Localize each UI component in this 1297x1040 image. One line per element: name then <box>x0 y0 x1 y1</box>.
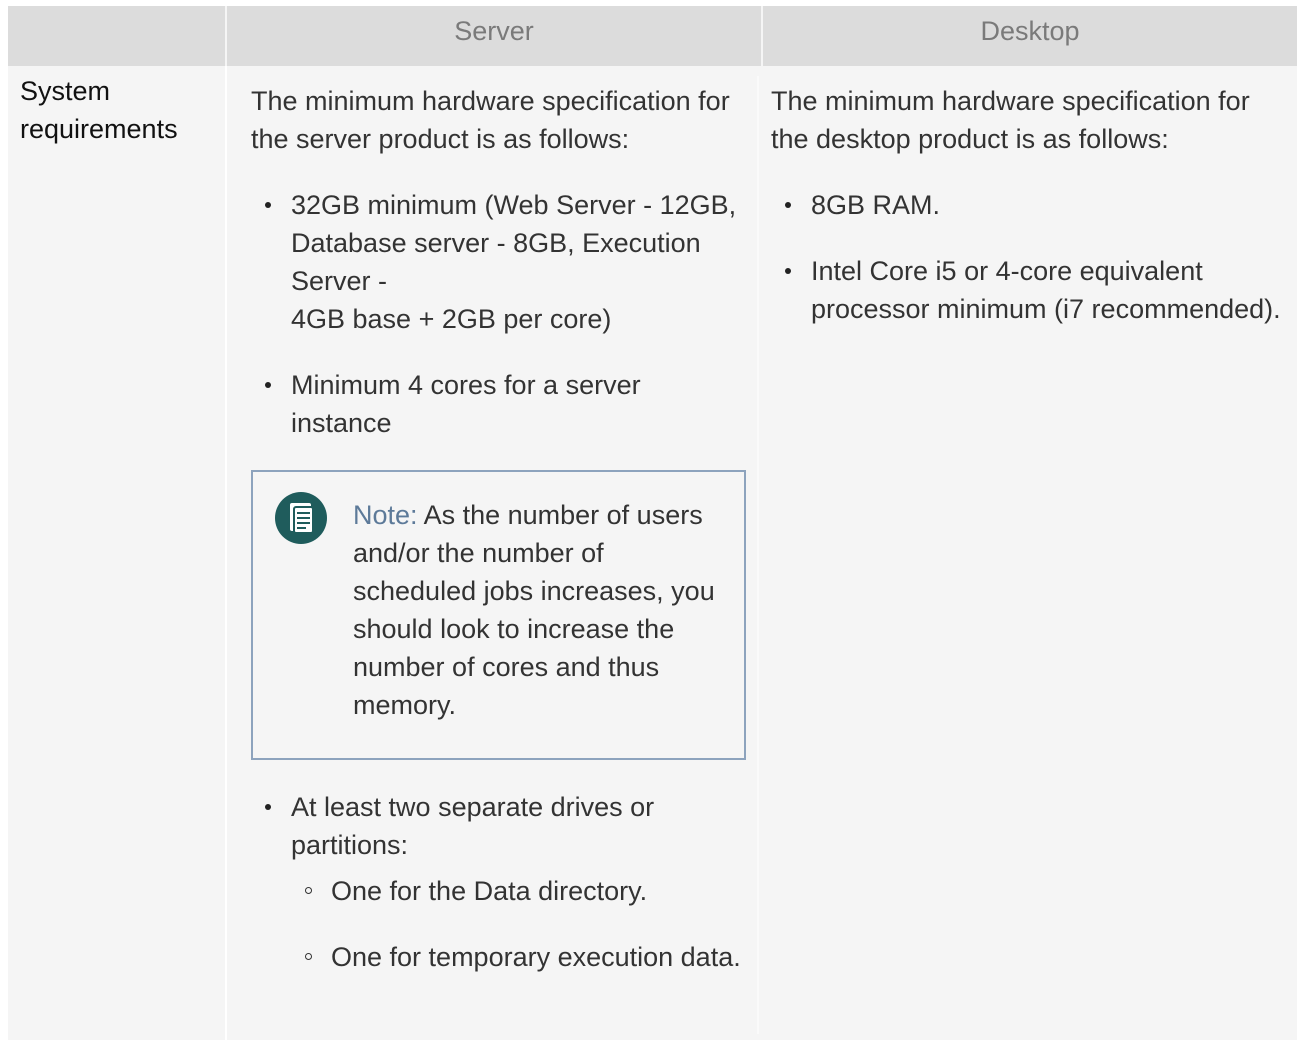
note-text: As the number of users and/or the number… <box>353 500 715 720</box>
header-server: Server <box>227 6 761 66</box>
requirements-table: Server Desktop System requirements The m… <box>8 6 1297 1040</box>
sub-list-item: One for the Data directory. <box>291 872 746 910</box>
list-item: At least two separate drives or partitio… <box>251 788 746 976</box>
server-intro: The minimum hardware specification for t… <box>251 86 730 154</box>
bullet-text-line: 32GB minimum (Web Server - 12GB, Databas… <box>291 190 737 296</box>
row-label-system-requirements: System requirements <box>20 76 178 144</box>
server-bullet-list: 32GB minimum (Web Server - 12GB, Databas… <box>251 186 746 442</box>
drives-text: At least two separate drives or partitio… <box>291 792 655 860</box>
note-body: Note: As the number of users and/or the … <box>353 496 724 724</box>
column-divider <box>757 76 759 1034</box>
drives-sub-list: One for the Data directory. One for temp… <box>291 872 746 976</box>
column-divider <box>225 66 227 1040</box>
server-cell: The minimum hardware specification for t… <box>251 82 746 1004</box>
server-drives-list: At least two separate drives or partitio… <box>251 788 746 976</box>
desktop-bullet-list: 8GB RAM. Intel Core i5 or 4-core equival… <box>771 186 1281 328</box>
list-item: Minimum 4 cores for a server instance <box>251 366 746 442</box>
header-desktop: Desktop <box>763 6 1297 66</box>
desktop-intro: The minimum hardware specification for t… <box>771 86 1250 154</box>
sub-list-item: One for temporary execution data. <box>291 938 746 976</box>
note-document-icon <box>275 492 327 544</box>
page: Server Desktop System requirements The m… <box>0 0 1297 1040</box>
list-item: 32GB minimum (Web Server - 12GB, Databas… <box>251 186 746 338</box>
list-item: Intel Core i5 or 4-core equivalent proce… <box>771 252 1281 328</box>
header-empty-cell <box>8 6 225 66</box>
note-box: Note: As the number of users and/or the … <box>251 470 746 760</box>
note-title: Note: <box>353 500 418 530</box>
desktop-cell: The minimum hardware specification for t… <box>771 82 1281 356</box>
list-item: 8GB RAM. <box>771 186 1281 224</box>
bullet-text-line: 4GB base + 2GB per core) <box>291 304 612 334</box>
